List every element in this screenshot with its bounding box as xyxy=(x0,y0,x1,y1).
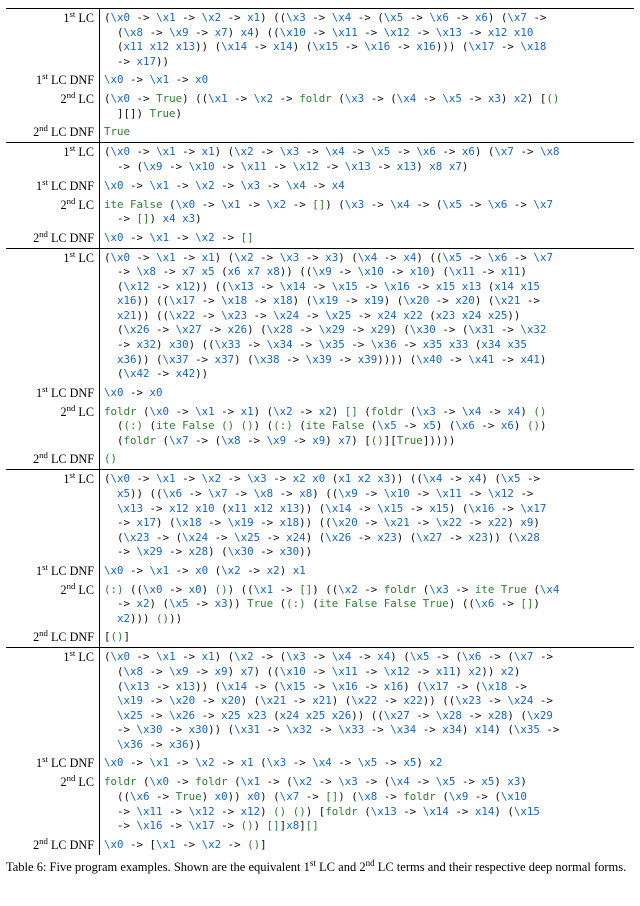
row-label: 1st LC xyxy=(6,9,100,72)
code-block: () xyxy=(104,452,630,467)
code-block: \x0 -> [\x1 -> \x2 -> ()] xyxy=(104,838,630,853)
row-label: 2nd LC DNF xyxy=(6,450,100,470)
table-row: 1st LC DNF \x0 -> \x1 -> \x2 -> x1 (\x3 -… xyxy=(6,754,634,773)
row-label: 1st LC DNF xyxy=(6,71,100,90)
row-label: 2nd LC DNF xyxy=(6,229,100,249)
table-wrapper: 1st LC(\x0 -> \x1 -> \x2 -> x1) ((\x3 ->… xyxy=(0,0,640,885)
table-row: 2nd LC DNF [()] xyxy=(6,628,634,648)
row-label: 1st LC DNF xyxy=(6,754,100,773)
code-cell: (\x0 -> \x1 -> \x2 -> \x3 -> x2 x0 (x1 x… xyxy=(100,470,635,562)
code-cell: (\x0 -> \x1 -> x1) (\x2 -> \x3 -> x3) (\… xyxy=(100,248,635,384)
table-row: 2nd LC(:) ((\x0 -> x0) ()) ((\x1 -> []) … xyxy=(6,581,634,629)
code-cell: (\x0 -> \x1 -> \x2 -> x1) ((\x3 -> \x4 -… xyxy=(100,9,635,72)
code-cell: \x0 -> \x1 -> \x2 -> x1 (\x3 -> \x4 -> \… xyxy=(100,754,635,773)
table-row: 2nd LC DNF \x0 -> [\x1 -> \x2 -> ()] xyxy=(6,836,634,855)
table-row: 2nd LCfoldr (\x0 -> \x1 -> x1) (\x2 -> x… xyxy=(6,403,634,451)
table-row: 2nd LC DNF \x0 -> \x1 -> \x2 -> [] xyxy=(6,229,634,249)
table-caption: Table 6: Five program examples. Shown ar… xyxy=(6,859,634,875)
code-cell: \x0 -> [\x1 -> \x2 -> ()] xyxy=(100,836,635,855)
code-cell: (\x0 -> True) ((\x1 -> \x2 -> foldr (\x3… xyxy=(100,90,635,123)
code-block: ite False (\x0 -> \x1 -> \x2 -> []) (\x3… xyxy=(104,198,630,227)
code-cell: \x0 -> \x1 -> x0 xyxy=(100,71,635,90)
row-label: 1st LC xyxy=(6,648,100,754)
code-block: (:) ((\x0 -> x0) ()) ((\x1 -> []) ((\x2 … xyxy=(104,583,630,627)
row-label: 1st LC DNF xyxy=(6,384,100,403)
code-block: \x0 -> x0 xyxy=(104,386,630,401)
table-row: 2nd LC DNF () xyxy=(6,450,634,470)
row-label: 2nd LC xyxy=(6,773,100,835)
row-label: 2nd LC xyxy=(6,403,100,451)
row-label: 2nd LC xyxy=(6,196,100,229)
table-row: 2nd LCite False (\x0 -> \x1 -> \x2 -> []… xyxy=(6,196,634,229)
row-label: 2nd LC DNF xyxy=(6,123,100,143)
row-label: 2nd LC xyxy=(6,581,100,629)
table-row: 1st LC DNF \x0 -> x0 xyxy=(6,384,634,403)
row-label: 2nd LC DNF xyxy=(6,836,100,855)
row-label: 1st LC DNF xyxy=(6,562,100,581)
row-label: 2nd LC DNF xyxy=(6,628,100,648)
row-label: 1st LC xyxy=(6,248,100,384)
code-cell: foldr (\x0 -> foldr (\x1 -> (\x2 -> \x3 … xyxy=(100,773,635,835)
row-label: 1st LC xyxy=(6,143,100,177)
code-cell: \x0 -> \x1 -> x0 (\x2 -> x2) x1 xyxy=(100,562,635,581)
code-block: \x0 -> \x1 -> \x2 -> x1 (\x3 -> \x4 -> \… xyxy=(104,756,630,771)
row-label: 1st LC xyxy=(6,470,100,562)
program-examples-table: 1st LC(\x0 -> \x1 -> \x2 -> x1) ((\x3 ->… xyxy=(6,8,634,855)
code-cell: [()] xyxy=(100,628,635,648)
table-row: 1st LC DNF \x0 -> \x1 -> \x2 -> \x3 -> \x… xyxy=(6,177,634,196)
table-row: 1st LC(\x0 -> \x1 -> \x2 -> x1) ((\x3 ->… xyxy=(6,9,634,72)
row-label: 2nd LC xyxy=(6,90,100,123)
code-cell: True xyxy=(100,123,635,143)
code-cell: \x0 -> \x1 -> \x2 -> [] xyxy=(100,229,635,249)
table-row: 1st LC DNF \x0 -> \x1 -> x0 xyxy=(6,71,634,90)
table-row: 2nd LCfoldr (\x0 -> foldr (\x1 -> (\x2 -… xyxy=(6,773,634,835)
code-block: (\x0 -> \x1 -> x1) (\x2 -> (\x3 -> \x4 -… xyxy=(104,650,630,752)
table-row: 1st LC(\x0 -> \x1 -> x1) (\x2 -> (\x3 ->… xyxy=(6,648,634,754)
code-block: True xyxy=(104,125,630,140)
code-block: (\x0 -> \x1 -> \x2 -> x1) ((\x3 -> \x4 -… xyxy=(104,11,630,69)
code-block: foldr (\x0 -> foldr (\x1 -> (\x2 -> \x3 … xyxy=(104,775,630,833)
table-row: 2nd LC(\x0 -> True) ((\x1 -> \x2 -> fold… xyxy=(6,90,634,123)
table-row: 1st LC(\x0 -> \x1 -> \x2 -> \x3 -> x2 x0… xyxy=(6,470,634,562)
code-cell: foldr (\x0 -> \x1 -> x1) (\x2 -> x2) [] … xyxy=(100,403,635,451)
table-row: 1st LC(\x0 -> \x1 -> x1) (\x2 -> \x3 -> … xyxy=(6,248,634,384)
code-block: (\x0 -> \x1 -> x1) (\x2 -> \x3 -> x3) (\… xyxy=(104,251,630,382)
code-block: \x0 -> \x1 -> \x2 -> \x3 -> \x4 -> x4 xyxy=(104,179,630,194)
code-block: (\x0 -> True) ((\x1 -> \x2 -> foldr (\x3… xyxy=(104,92,630,121)
code-cell: (\x0 -> \x1 -> x1) (\x2 -> \x3 -> \x4 ->… xyxy=(100,143,635,177)
row-label: 1st LC DNF xyxy=(6,177,100,196)
code-block: (\x0 -> \x1 -> \x2 -> \x3 -> x2 x0 (x1 x… xyxy=(104,472,630,559)
code-cell: () xyxy=(100,450,635,470)
code-cell: (\x0 -> \x1 -> x1) (\x2 -> (\x3 -> \x4 -… xyxy=(100,648,635,754)
code-cell: \x0 -> x0 xyxy=(100,384,635,403)
code-block: \x0 -> \x1 -> x0 (\x2 -> x2) x1 xyxy=(104,564,630,579)
code-block: [()] xyxy=(104,630,630,645)
table-row: 1st LC(\x0 -> \x1 -> x1) (\x2 -> \x3 -> … xyxy=(6,143,634,177)
code-block: (\x0 -> \x1 -> x1) (\x2 -> \x3 -> \x4 ->… xyxy=(104,145,630,174)
code-cell: \x0 -> \x1 -> \x2 -> \x3 -> \x4 -> x4 xyxy=(100,177,635,196)
code-cell: ite False (\x0 -> \x1 -> \x2 -> []) (\x3… xyxy=(100,196,635,229)
table-row: 2nd LC DNF True xyxy=(6,123,634,143)
code-block: \x0 -> \x1 -> x0 xyxy=(104,73,630,88)
code-block: foldr (\x0 -> \x1 -> x1) (\x2 -> x2) [] … xyxy=(104,405,630,449)
code-block: \x0 -> \x1 -> \x2 -> [] xyxy=(104,231,630,246)
code-cell: (:) ((\x0 -> x0) ()) ((\x1 -> []) ((\x2 … xyxy=(100,581,635,629)
table-row: 1st LC DNF \x0 -> \x1 -> x0 (\x2 -> x2) x… xyxy=(6,562,634,581)
